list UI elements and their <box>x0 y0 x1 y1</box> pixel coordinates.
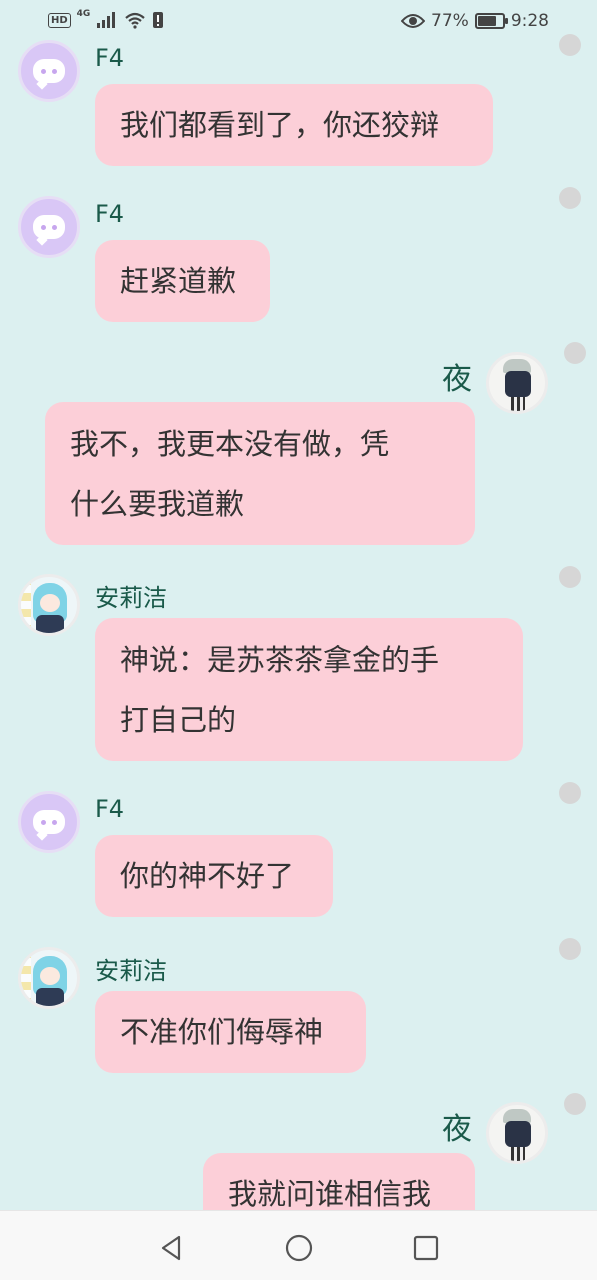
chat-bot-avatar[interactable] <box>18 791 80 853</box>
message-bubble[interactable]: 我就问谁相信我 <box>203 1153 475 1210</box>
status-dot <box>559 187 581 209</box>
sender-name: 夜 <box>442 1112 472 1147</box>
sender-name: 安莉洁 <box>95 584 167 612</box>
status-dot <box>564 1093 586 1115</box>
recent-square-icon[interactable] <box>411 1233 441 1263</box>
status-dot <box>559 782 581 804</box>
sender-name: F4 <box>95 795 125 823</box>
sender-name: F4 <box>95 44 125 72</box>
status-dot <box>559 566 581 588</box>
message-bubble[interactable]: 我不，我更本没有做，凭 什么要我道歉 <box>45 402 475 545</box>
message-bubble[interactable]: 我们都看到了，你还狡辩 <box>95 84 493 166</box>
blue-hair-girl-avatar[interactable] <box>18 947 80 1009</box>
back-triangle-icon[interactable] <box>157 1233 187 1263</box>
sender-name: 安莉洁 <box>95 957 167 985</box>
message-bubble[interactable]: 你的神不好了 <box>95 835 333 917</box>
chat-bot-avatar[interactable] <box>18 40 80 102</box>
message-line: 打自己的 <box>120 703 237 737</box>
chat-message-list[interactable]: F4 我们都看到了，你还狡辩 F4 赶紧道歉 夜 我不，我更本没有做，凭 什么要… <box>0 0 597 1210</box>
message-line: 我不，我更本没有做，凭 <box>70 427 390 461</box>
sender-name: 夜 <box>442 362 472 397</box>
chat-bot-avatar[interactable] <box>18 196 80 258</box>
status-dot <box>564 342 586 364</box>
gothic-girl-avatar[interactable] <box>486 1102 548 1164</box>
sender-name: F4 <box>95 200 125 228</box>
status-dot <box>559 34 581 56</box>
message-line: 神说：是苏茶茶拿金的手 <box>120 643 440 677</box>
blue-hair-girl-avatar[interactable] <box>18 574 80 636</box>
home-circle-icon[interactable] <box>284 1233 314 1263</box>
message-bubble[interactable]: 神说：是苏茶茶拿金的手 打自己的 <box>95 618 523 761</box>
status-dot <box>559 938 581 960</box>
navigation-bar <box>0 1210 597 1280</box>
message-bubble[interactable]: 赶紧道歉 <box>95 240 270 322</box>
message-line: 什么要我道歉 <box>70 487 245 521</box>
message-bubble[interactable]: 不准你们侮辱神 <box>95 991 366 1073</box>
gothic-girl-avatar[interactable] <box>486 352 548 414</box>
